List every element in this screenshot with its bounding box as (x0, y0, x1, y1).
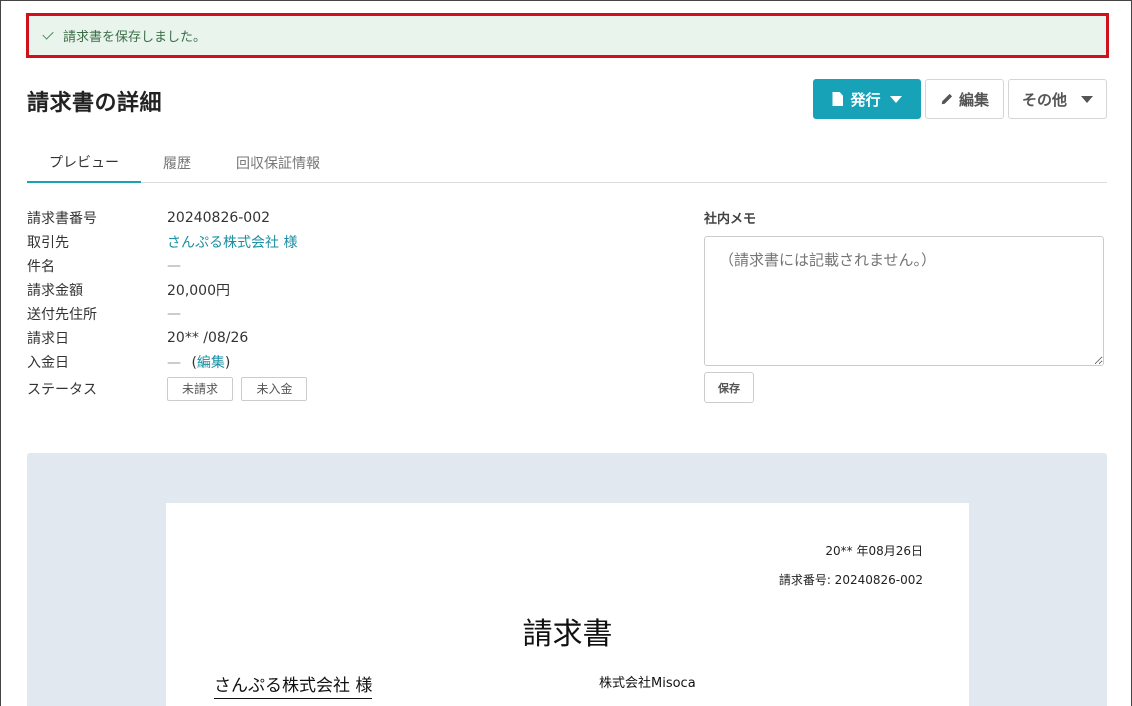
detail-label: ステータス (27, 382, 97, 398)
invoice-sheet: 20** 年08月26日 請求番号: 20240826-002 請求書 さんぷる… (166, 503, 969, 706)
detail-row-invoice-date: 請求日 20** /08/26 (27, 326, 248, 350)
detail-label: 取引先 (27, 235, 69, 251)
payment-date-value: — (167, 355, 181, 371)
edit-payment-date-link[interactable]: 編集 (197, 355, 225, 371)
paren-close: ) (224, 355, 231, 371)
detail-row-status: ステータス 未請求 未入金 (27, 377, 311, 401)
detail-value: — (167, 258, 181, 274)
flash-text: 請求書を保存しました。 (63, 30, 207, 45)
caret-down-icon (1081, 95, 1093, 103)
detail-label: 請求日 (27, 331, 69, 347)
memo-textarea[interactable] (704, 236, 1104, 366)
issue-button-label: 発行 (850, 90, 881, 109)
sheet-invoice-no: 請求番号: 20240826-002 (778, 573, 923, 587)
detail-value: — (167, 306, 181, 322)
detail-label: 入金日 (27, 355, 69, 371)
detail-row-subject: 件名 — (27, 254, 181, 278)
check-icon (42, 28, 54, 40)
issue-button[interactable]: 発行 (813, 79, 921, 119)
tab-bar: プレビュー 履歴 回収保証情報 (27, 142, 1107, 183)
detail-value: 20,000円 (167, 283, 230, 299)
caret-down-icon (889, 95, 902, 103)
detail-row-ship-to: 送付先住所 — (27, 302, 181, 326)
pencil-icon (941, 93, 953, 105)
detail-label: 件名 (27, 259, 55, 275)
memo-save-button[interactable]: 保存 (704, 372, 754, 403)
detail-label: 請求書番号 (27, 211, 97, 227)
flash-message: 請求書を保存しました。 (29, 16, 1106, 55)
document-icon (832, 92, 844, 106)
more-button-label: その他 (1021, 90, 1067, 109)
edit-button[interactable]: 編集 (925, 79, 1004, 119)
detail-label: 請求金額 (27, 283, 83, 299)
detail-row-invoice-no: 請求書番号 20240826-002 (27, 206, 270, 230)
status-badge-unpaid: 未入金 (241, 377, 308, 401)
detail-label: 送付先住所 (27, 307, 97, 323)
edit-button-label: 編集 (958, 90, 989, 109)
tab-history[interactable]: 履歴 (147, 142, 207, 183)
more-button[interactable]: その他 (1008, 79, 1107, 119)
tab-preview[interactable]: プレビュー (27, 142, 141, 183)
page-title: 請求書の詳細 (27, 91, 163, 116)
tab-collection-guarantee[interactable]: 回収保証情報 (223, 142, 333, 183)
sheet-date: 20** 年08月26日 (825, 544, 923, 558)
detail-row-payment-date: 入金日 — (編集) (27, 350, 230, 374)
detail-value: 20240826-002 (167, 210, 271, 226)
detail-row-amount: 請求金額 20,000円 (27, 278, 230, 302)
sheet-client: さんぷる株式会社 様 (214, 671, 373, 699)
client-link[interactable]: さんぷる株式会社 様 (167, 232, 297, 252)
memo-label: 社内メモ (704, 212, 757, 227)
flash-notification: 請求書を保存しました。 (26, 13, 1109, 58)
status-badges: 未請求 未入金 (167, 377, 311, 401)
status-badge-unbilled: 未請求 (167, 377, 234, 401)
detail-value: — (編集) (167, 352, 230, 372)
sheet-title: 請求書 (522, 617, 613, 652)
sheet-issuer: 株式会社Misoca (599, 676, 696, 691)
detail-value: 20** /08/26 (167, 330, 249, 346)
detail-row-client: 取引先 さんぷる株式会社 様 (27, 230, 297, 254)
invoice-preview-area: 20** 年08月26日 請求番号: 20240826-002 請求書 さんぷる… (27, 453, 1107, 706)
